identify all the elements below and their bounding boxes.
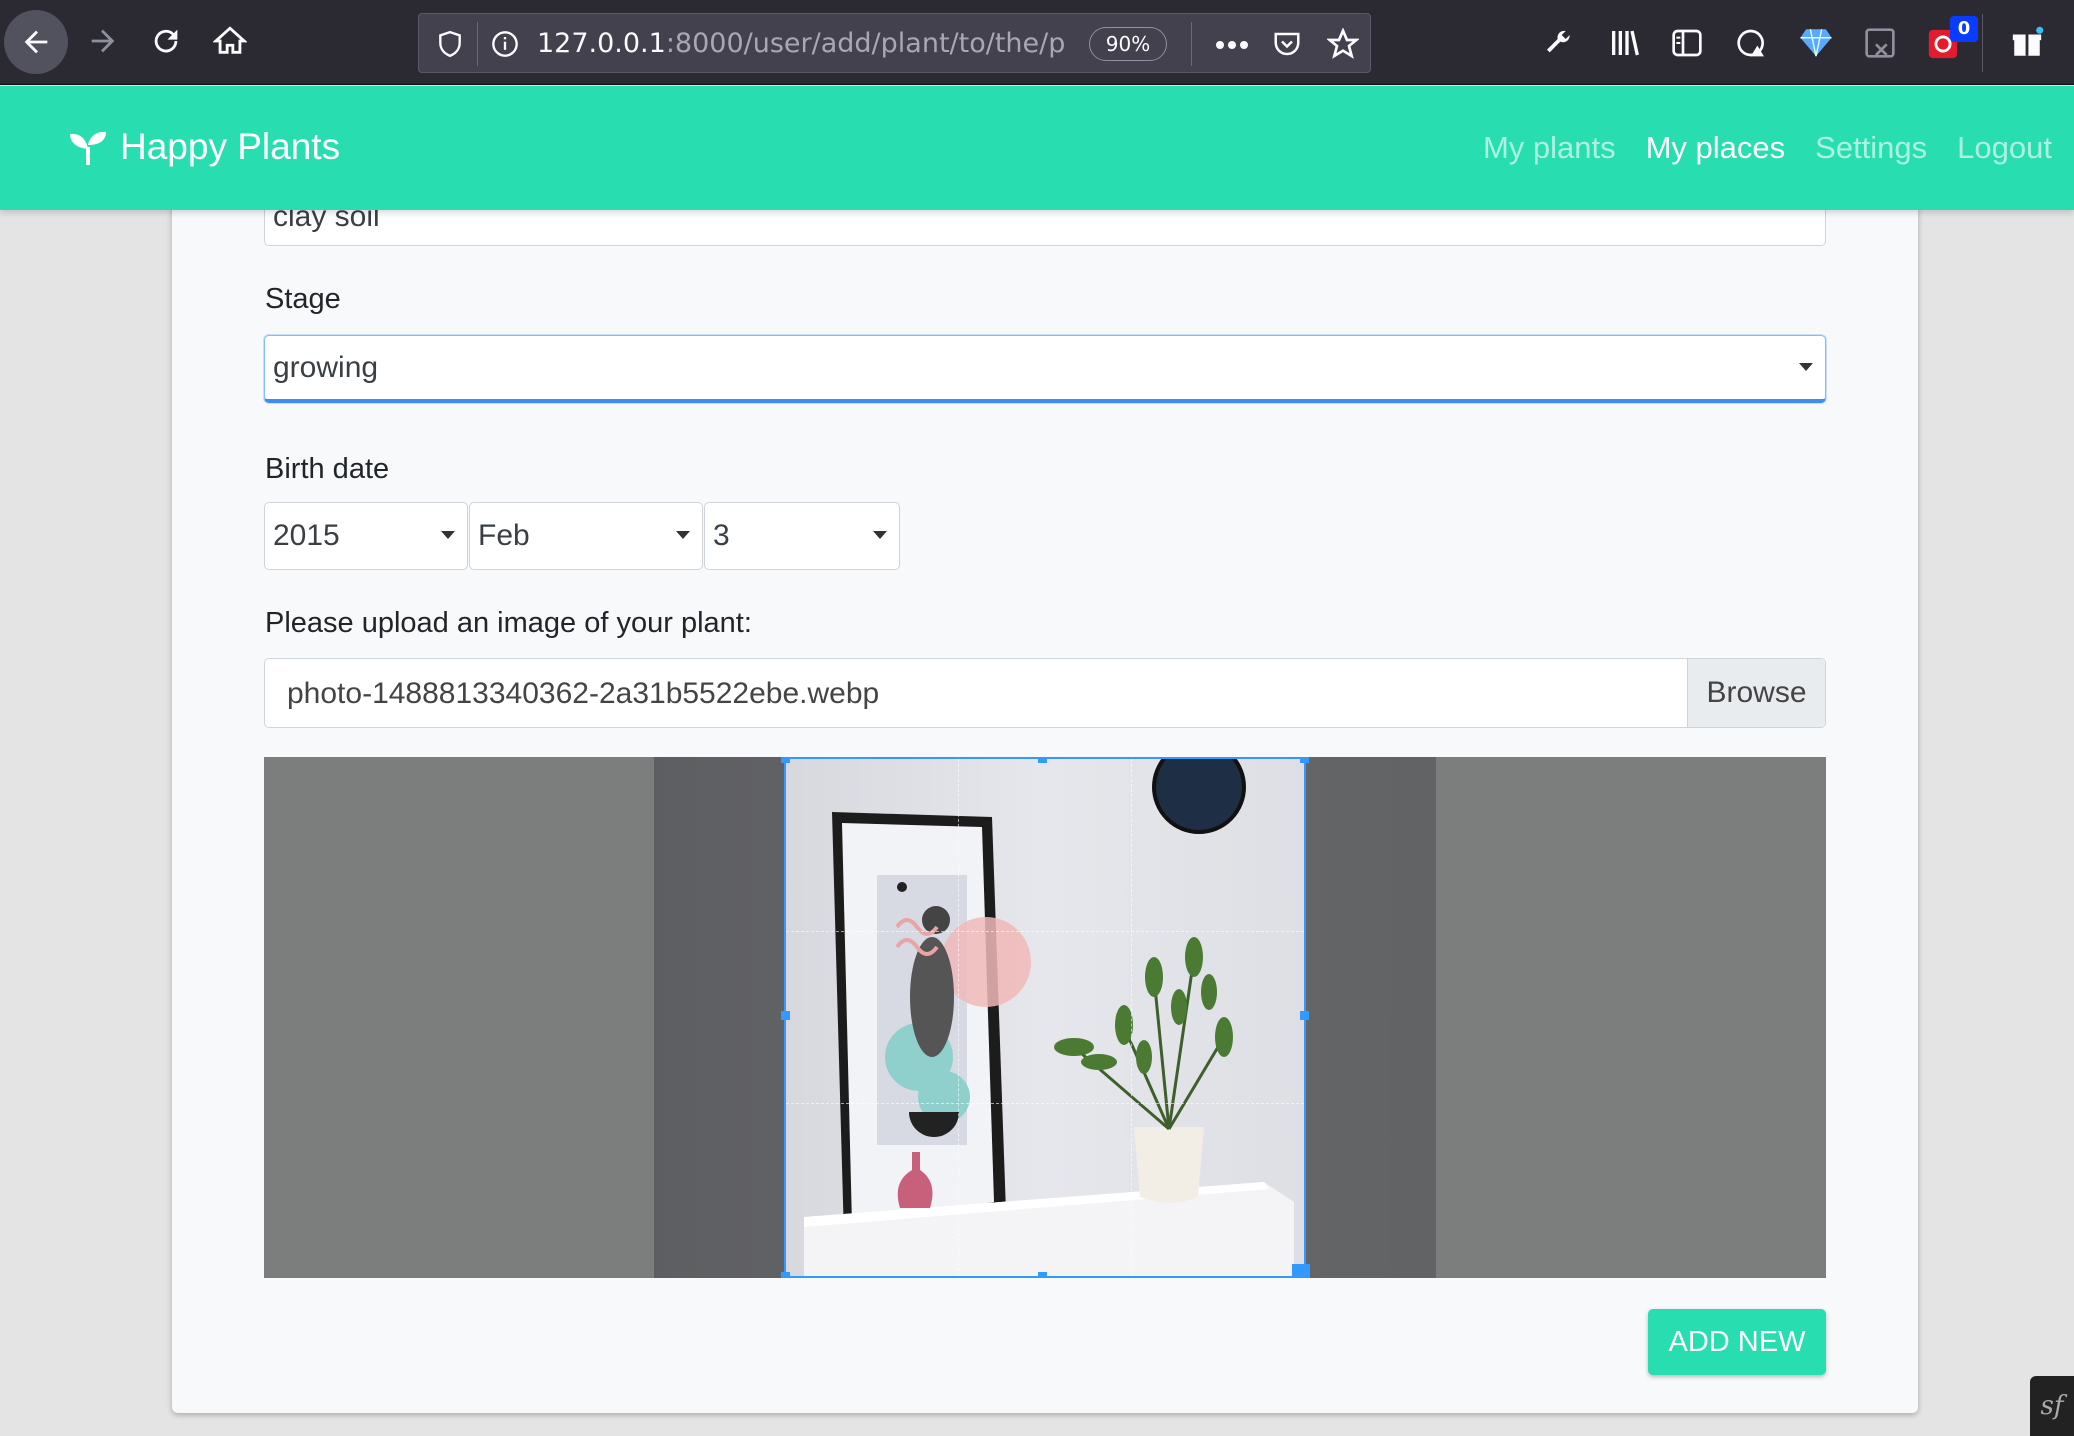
address-bar[interactable]: 127.0.0.1:8000/user/add/plant/to/the/p 9…	[418, 13, 1371, 73]
blocked-extension-icon[interactable]	[1863, 27, 1897, 59]
chevron-down-icon	[676, 531, 690, 539]
back-button[interactable]	[4, 10, 68, 74]
birth-month-select[interactable]: Feb	[469, 502, 703, 570]
image-cropper[interactable]	[264, 757, 1826, 1278]
brand-name: Happy Plants	[120, 126, 341, 167]
crop-handle-w[interactable]	[781, 1011, 790, 1020]
tracker-alert-icon[interactable]	[1735, 27, 1769, 59]
sprout-logo-icon	[70, 131, 106, 165]
crop-handle-se[interactable]	[1292, 1264, 1310, 1278]
shield-icon	[439, 30, 461, 58]
forward-arrow-icon	[91, 29, 115, 53]
stage-select[interactable]: growing	[264, 335, 1826, 403]
crop-handle-sw[interactable]	[781, 1272, 790, 1278]
birth-day-value: 3	[713, 519, 730, 552]
brand-link[interactable]: Happy Plants	[68, 126, 340, 168]
birth-date-label: Birth date	[265, 453, 390, 485]
symfony-toolbar-toggle[interactable]: sf	[2030, 1376, 2074, 1436]
home-icon	[213, 26, 247, 54]
gift-icon[interactable]	[2010, 26, 2044, 60]
url-text[interactable]: 127.0.0.1:8000/user/add/plant/to/the/p	[537, 28, 1077, 59]
stage-label: Stage	[265, 283, 341, 315]
file-upload-input[interactable]: photo-1488813340362-2a31b5522ebe.webp Br…	[264, 658, 1826, 728]
browser-toolbar: 127.0.0.1:8000/user/add/plant/to/the/p 9…	[0, 0, 2074, 85]
upload-label: Please upload an image of your plant:	[265, 607, 752, 639]
chevron-down-icon	[441, 531, 455, 539]
back-arrow-icon	[24, 30, 48, 54]
wrench-icon[interactable]	[1543, 27, 1575, 59]
extension-badge: 0	[1950, 16, 1978, 42]
reload-button[interactable]	[133, 8, 199, 74]
nav-my-plants[interactable]: My plants	[1483, 130, 1616, 166]
crop-selection-box[interactable]	[781, 757, 1310, 1278]
more-actions-icon	[1216, 41, 1248, 49]
crop-handle-nw[interactable]	[781, 757, 790, 763]
crop-handle-n[interactable]	[1038, 757, 1047, 763]
crop-handle-ne[interactable]	[1300, 757, 1309, 763]
nav-my-places[interactable]: My places	[1646, 130, 1786, 166]
crop-mask-right	[1306, 757, 1436, 1278]
home-button[interactable]	[197, 8, 263, 74]
gem-extension-icon[interactable]	[1799, 25, 1833, 59]
pocket-icon	[1274, 32, 1300, 56]
info-icon	[492, 31, 518, 57]
forward-button[interactable]	[70, 8, 136, 74]
add-new-button[interactable]: ADD NEW	[1648, 1309, 1826, 1375]
browse-button[interactable]: Browse	[1687, 659, 1825, 727]
birth-year-select[interactable]: 2015	[264, 502, 468, 570]
file-name: photo-1488813340362-2a31b5522ebe.webp	[287, 677, 880, 710]
chevron-down-icon	[1799, 362, 1813, 371]
nav-settings[interactable]: Settings	[1815, 130, 1927, 166]
library-icon[interactable]	[1607, 27, 1641, 59]
reload-icon	[154, 29, 178, 53]
stage-select-value: growing	[273, 350, 379, 384]
sidebar-icon[interactable]	[1671, 27, 1703, 59]
bookmark-star-icon	[1327, 28, 1359, 59]
chevron-down-icon	[873, 531, 887, 539]
nav-logout[interactable]: Logout	[1957, 130, 2052, 166]
birth-day-select[interactable]: 3	[704, 502, 900, 570]
crop-handle-e[interactable]	[1300, 1011, 1309, 1020]
nav-links: My plants My places Settings Logout	[1483, 130, 2052, 166]
crop-handle-s[interactable]	[1038, 1272, 1047, 1278]
crop-mask-left	[654, 757, 784, 1278]
birth-year-value: 2015	[273, 519, 340, 552]
zoom-level-badge[interactable]: 90%	[1089, 27, 1167, 61]
app-navbar: Happy Plants My plants My places Setting…	[0, 86, 2074, 210]
birth-month-value: Feb	[478, 519, 530, 552]
